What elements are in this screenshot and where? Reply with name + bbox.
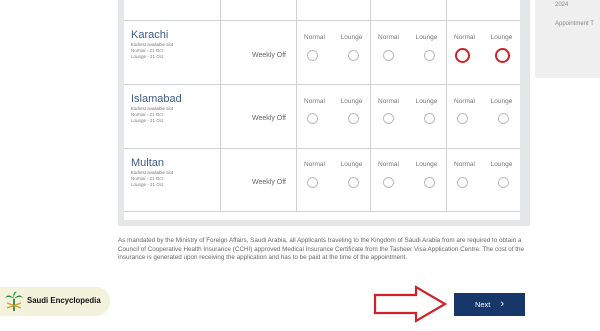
- karachi-normal-radio-3[interactable]: [455, 48, 470, 63]
- multan-normal-radio-3[interactable]: [457, 177, 468, 188]
- city-name: Islamabad: [131, 93, 182, 105]
- palm-tree-icon: [5, 291, 23, 311]
- islamabad-normal-radio-2[interactable]: [383, 113, 394, 124]
- appointment-summary-panel: [535, 0, 600, 78]
- column-label: Normal: [304, 34, 325, 41]
- column-label: Normal: [378, 98, 399, 105]
- city-name: Karachi: [131, 29, 169, 41]
- column-label: Normal: [304, 98, 325, 105]
- logo-text: Saudi Encyclopedia: [27, 296, 101, 305]
- red-arrow-outline-icon: [373, 285, 448, 323]
- karachi-lounge-radio-3[interactable]: [495, 48, 510, 63]
- lounge-slot-date: Lounge - 21 Oct: [131, 118, 164, 123]
- table-row-islamabad: Islamabad Earliest available slot Normal…: [124, 85, 520, 149]
- insurance-disclaimer: As mandated by the Ministry of Foreign A…: [118, 237, 525, 262]
- islamabad-lounge-radio-2[interactable]: [424, 113, 435, 124]
- chevron-right-icon: ›: [500, 298, 505, 310]
- karachi-lounge-radio-2[interactable]: [424, 50, 435, 61]
- karachi-normal-radio-1[interactable]: [307, 50, 318, 61]
- centre-slot-table: Karachi Earliest available slot Normal -…: [124, 0, 520, 220]
- weekly-off-label: Weekly Off: [252, 179, 286, 186]
- column-label: Lounge: [415, 161, 438, 168]
- karachi-lounge-radio-1[interactable]: [348, 50, 359, 61]
- column-label: Lounge: [490, 161, 513, 168]
- summary-appointment-label: Appointment T: [555, 21, 594, 27]
- next-button[interactable]: Next ›: [454, 293, 525, 316]
- column-label: Lounge: [415, 34, 438, 41]
- column-label: Lounge: [340, 161, 363, 168]
- multan-lounge-radio-3[interactable]: [498, 177, 509, 188]
- column-label: Normal: [378, 161, 399, 168]
- islamabad-normal-radio-3[interactable]: [457, 113, 468, 124]
- table-row-karachi: Karachi Earliest available slot Normal -…: [124, 21, 520, 85]
- islamabad-lounge-radio-1[interactable]: [348, 113, 359, 124]
- summary-year: 2024: [555, 2, 569, 8]
- column-label: Normal: [378, 34, 399, 41]
- saudi-encyclopedia-logo: Saudi Encyclopedia: [0, 287, 110, 316]
- column-label: Normal: [454, 34, 475, 41]
- column-label: Lounge: [340, 98, 363, 105]
- islamabad-normal-radio-1[interactable]: [307, 113, 318, 124]
- lounge-slot-date: Lounge - 21 Oct: [131, 54, 164, 59]
- next-button-label: Next: [474, 300, 491, 309]
- city-name: Multan: [131, 157, 165, 169]
- islamabad-lounge-radio-3[interactable]: [498, 113, 509, 124]
- column-label: Lounge: [490, 34, 513, 41]
- lounge-slot-date: Lounge - 21 Oct: [131, 182, 164, 187]
- table-row-previous: [124, 0, 520, 21]
- column-label: Normal: [304, 161, 325, 168]
- weekly-off-label: Weekly Off: [252, 115, 286, 122]
- multan-lounge-radio-1[interactable]: [348, 177, 359, 188]
- multan-normal-radio-1[interactable]: [307, 177, 318, 188]
- column-label: Lounge: [490, 98, 513, 105]
- column-label: Normal: [454, 98, 475, 105]
- column-label: Lounge: [340, 34, 363, 41]
- column-label: Lounge: [415, 98, 438, 105]
- table-row-multan: Multan Earliest available slot Normal - …: [124, 149, 520, 212]
- multan-lounge-radio-2[interactable]: [424, 177, 435, 188]
- weekly-off-label: Weekly Off: [252, 52, 286, 59]
- multan-normal-radio-2[interactable]: [383, 177, 394, 188]
- karachi-normal-radio-2[interactable]: [383, 50, 394, 61]
- column-label: Normal: [454, 161, 475, 168]
